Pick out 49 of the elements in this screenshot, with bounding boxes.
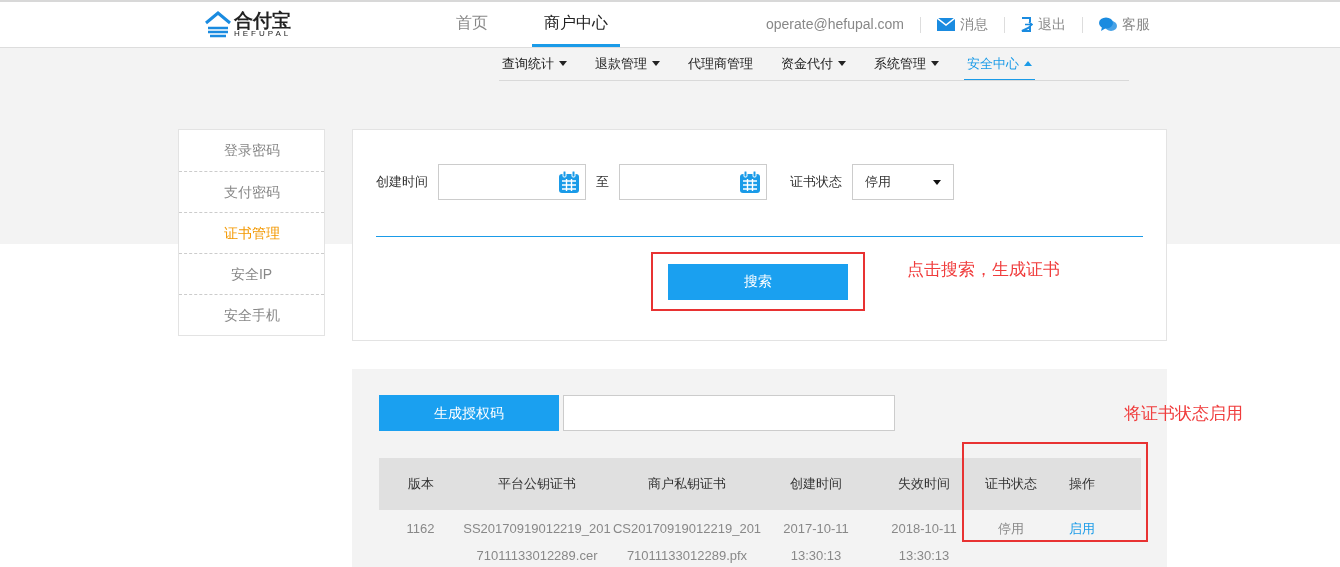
column-header: 证书状态 [983,475,1038,494]
table-cell-text: CS20170919012219_20171011133012289.pfx [612,520,762,565]
range-separator: 至 [596,173,609,192]
header-link[interactable]: 消息 [936,14,988,35]
logo-icon [204,9,232,40]
envelope-icon [936,18,955,31]
subnav-item[interactable]: 安全中心 [964,48,1035,80]
nav-tab[interactable]: 首页 [444,2,500,47]
column-header: 操作 [1067,475,1096,494]
logo-subtitle: HEFUPAL [234,30,292,38]
calendar-icon[interactable] [740,171,760,193]
sidebar-item[interactable]: 登录密码 [179,130,324,171]
enable-link[interactable]: 启用 [1068,515,1095,542]
date-field[interactable] [619,164,767,200]
annotation-note: 将证书状态启用 [1124,403,1243,425]
auth-code-field[interactable] [563,395,895,431]
subnav-item[interactable]: 退款管理 [592,48,663,80]
calendar-icon[interactable] [559,171,579,193]
generate-code-button[interactable]: 生成授权码 [379,395,559,431]
field-label: 证书状态 [790,173,842,192]
table-cell-text: 1162 [405,520,436,538]
table-cell-text: 2017-10-11 13:30:13 [782,520,850,565]
sidebar-item[interactable]: 安全IP [179,253,324,294]
column-header: 版本 [406,475,435,494]
sidebar-item[interactable]: 支付密码 [179,171,324,212]
table-cell-text: 2018-10-11 13:30:13 [890,520,958,565]
chat-bubbles-icon [1098,17,1117,32]
subnav-item[interactable]: 资金代付 [778,48,849,80]
column-header: 创建时间 [789,475,843,494]
annotation-note: 点击搜索，生成证书 [907,259,1060,281]
table-cell-text: 停用 [996,520,1025,538]
logo-text: 合付宝 [234,11,292,30]
caret-down-icon [933,179,941,185]
search-button[interactable]: 搜索 [668,263,848,300]
subnav-item[interactable]: 代理商管理 [685,48,756,80]
sidebar-item[interactable]: 安全手机 [179,294,324,335]
date-field[interactable] [438,164,586,200]
table-cell-text: SS20170919012219_20171011133012289.cer [462,520,612,565]
status-select[interactable]: 停用 [852,164,954,200]
header-link[interactable]: 客服 [1098,14,1150,35]
header-link[interactable]: 退出 [1020,14,1066,35]
subnav-item[interactable]: 查询统计 [499,48,570,80]
column-header: 失效时间 [897,475,951,494]
subnav-item[interactable]: 系统管理 [871,48,942,80]
user-email: operate@hefupal.com [766,15,904,34]
column-header: 平台公钥证书 [497,475,577,494]
column-header: 商户私钥证书 [647,475,727,494]
field-label: 创建时间 [376,173,428,192]
sidebar-item[interactable]: 证书管理 [179,212,324,253]
